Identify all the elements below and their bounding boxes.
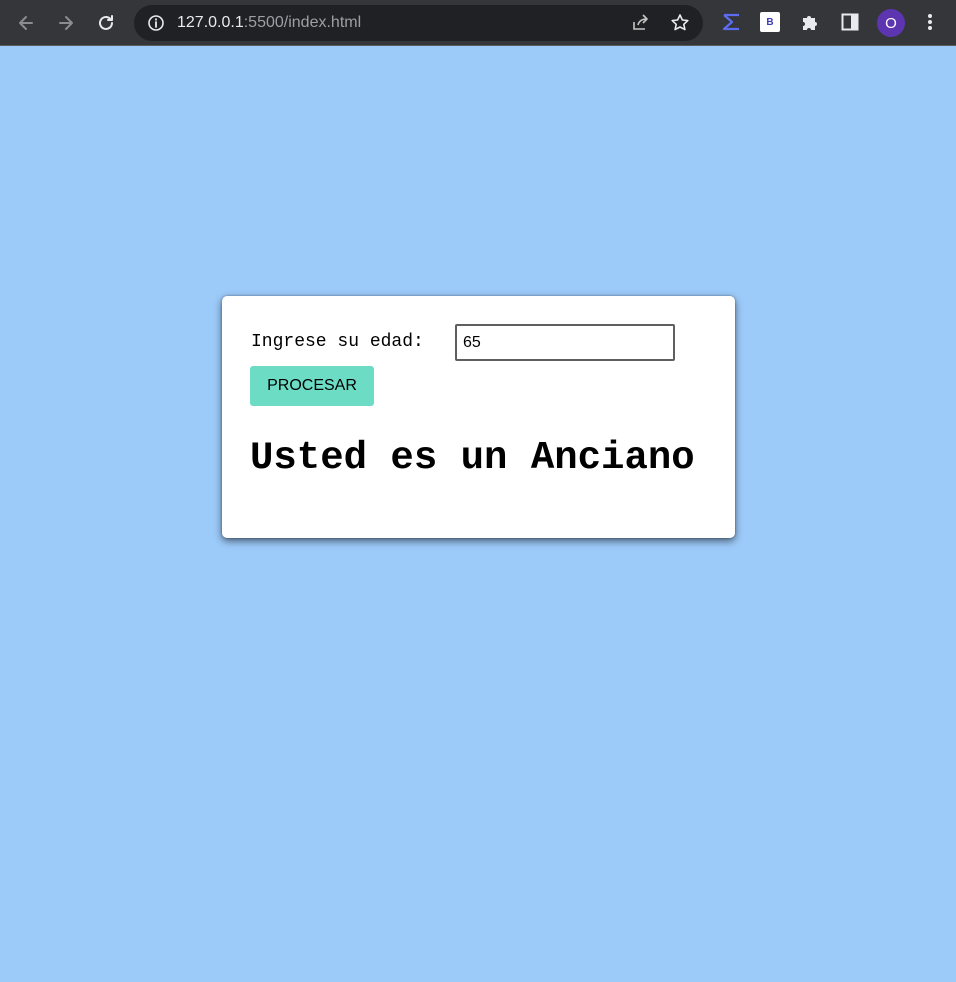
reload-button[interactable] [90,7,122,39]
share-icon[interactable] [630,13,650,33]
profile-avatar[interactable]: O [877,9,905,37]
age-label: Ingrese su edad: [251,332,424,352]
puzzle-extensions-icon[interactable] [799,11,821,33]
url-path: :5500/index.html [243,14,362,31]
browser-toolbar: 127.0.0.1:5500/index.html B O [0,0,956,46]
process-button[interactable]: PROCESAR [250,366,374,406]
age-input[interactable] [455,324,675,361]
side-panel-icon[interactable] [839,11,861,33]
bookmark-star-icon[interactable] [670,13,690,33]
back-button[interactable] [10,7,42,39]
age-form-card: Ingrese su edad: PROCESAR Usted es un An… [222,296,735,538]
info-icon[interactable] [147,14,165,32]
address-bar[interactable]: 127.0.0.1:5500/index.html [134,5,703,41]
arrow-right-icon [59,16,73,30]
b-extension-icon[interactable]: B [760,12,780,32]
forward-button[interactable] [50,7,82,39]
sigma-extension-icon[interactable] [720,11,742,33]
reload-icon [99,15,113,30]
url-host: 127.0.0.1 [177,14,244,31]
url-text[interactable]: 127.0.0.1:5500/index.html [177,14,361,32]
result-text: Usted es un Anciano [250,436,695,480]
menu-kebab-icon[interactable] [919,11,941,33]
arrow-left-icon [19,16,33,30]
